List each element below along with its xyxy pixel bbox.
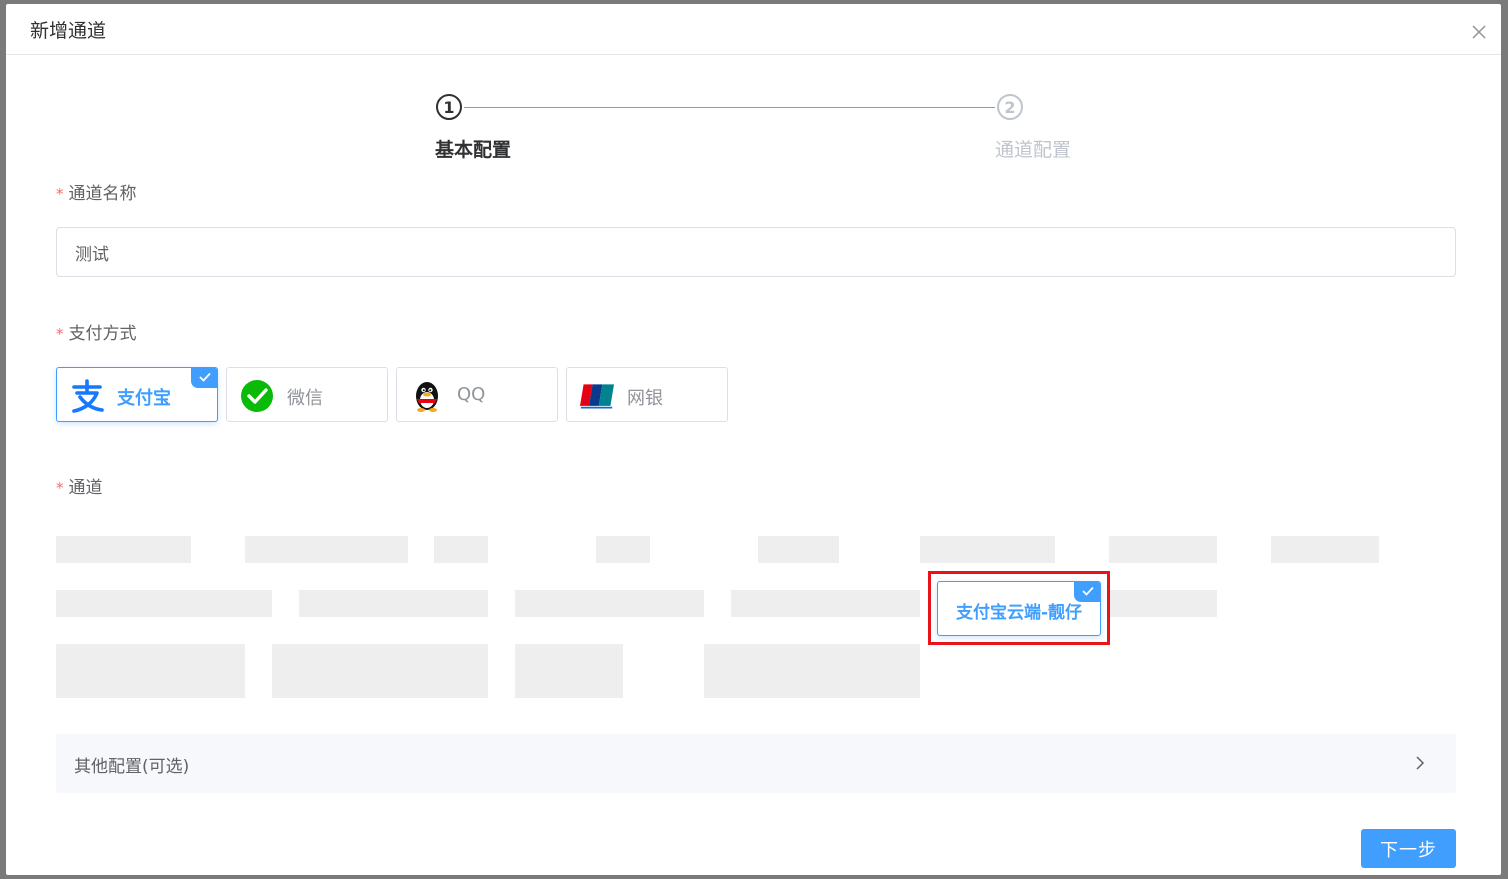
pixelated-option: [245, 536, 408, 563]
pixelated-option: [731, 590, 920, 617]
pixelated-option: [1109, 536, 1217, 563]
pixelated-option: [704, 644, 920, 698]
pixelated-option: [56, 644, 245, 698]
close-icon[interactable]: [1471, 24, 1487, 40]
payment-method-label: * 支付方式: [56, 319, 137, 344]
chevron-right-icon: [1416, 756, 1425, 770]
pixelated-option: [515, 644, 623, 698]
payment-option-label: 支付宝: [117, 388, 171, 409]
pixelated-option: [1109, 590, 1217, 617]
channel-label: * 通道: [56, 473, 103, 498]
payment-method-label-text: 支付方式: [68, 324, 137, 344]
alipay-icon: [72, 379, 104, 413]
payment-option-label: 微信: [287, 388, 323, 409]
pixelated-option: [596, 536, 650, 563]
pixelated-option: [56, 536, 191, 563]
wechat-icon: [241, 380, 273, 412]
pixelated-option: [515, 590, 704, 617]
unionpay-icon: [580, 384, 614, 409]
pixelated-option: [758, 536, 839, 563]
payment-option-wechat[interactable]: 微信: [226, 367, 388, 422]
selected-badge: [191, 368, 217, 388]
highlight-annotation-box: [928, 571, 1110, 645]
channel-label-text: 通道: [68, 478, 103, 498]
qq-penguin-icon: [416, 382, 438, 412]
channel-name-label-text: 通道名称: [68, 184, 137, 204]
modal-header: 新增通道: [6, 4, 1501, 55]
pixelated-option: [434, 536, 488, 563]
pixelated-option: [272, 644, 488, 698]
step-2-label: 通道配置: [995, 139, 1072, 161]
pixelated-option: [299, 590, 488, 617]
channel-name-label: * 通道名称: [56, 179, 137, 204]
other-config-collapse[interactable]: 其他配置(可选): [56, 734, 1456, 793]
add-channel-modal: 新增通道 1 2 基本配置 通道配置 *通道名称 *支付方式 支付宝 微信: [6, 4, 1501, 875]
required-mark: *: [56, 185, 64, 203]
required-mark: *: [56, 325, 64, 343]
channel-name-input[interactable]: [56, 227, 1456, 277]
pixelated-channel-list: [56, 509, 1456, 704]
required-mark: *: [56, 479, 64, 497]
other-config-label: 其他配置(可选): [74, 757, 190, 777]
check-icon: [199, 372, 211, 382]
modal-title: 新增通道: [30, 20, 107, 42]
payment-option-qq[interactable]: QQ: [396, 367, 558, 422]
step-2-number: 2: [997, 94, 1023, 120]
pixelated-option: [1271, 536, 1379, 563]
payment-option-label: QQ: [457, 384, 486, 405]
step-1-label: 基本配置: [435, 139, 512, 161]
step-connector-line: [464, 107, 995, 108]
payment-option-label: 网银: [627, 388, 663, 409]
pixelated-option: [56, 590, 272, 617]
step-1-number: 1: [436, 94, 462, 120]
payment-option-unionpay[interactable]: 网银: [566, 367, 728, 422]
next-step-button[interactable]: 下一步: [1361, 829, 1456, 868]
payment-option-alipay[interactable]: 支付宝: [56, 367, 218, 422]
pixelated-option: [920, 536, 1055, 563]
